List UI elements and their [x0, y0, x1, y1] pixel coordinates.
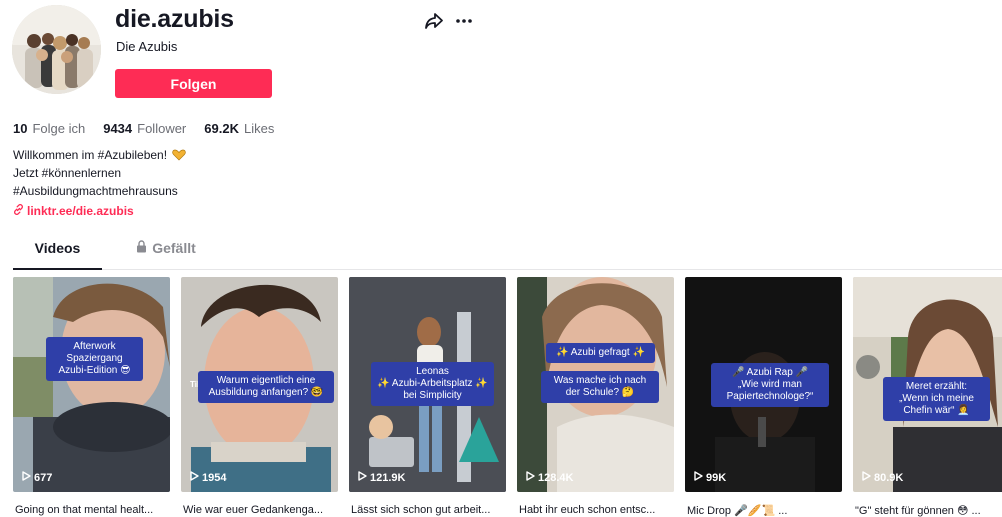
video-description[interactable]: Lässt sich schon gut arbeit...	[351, 504, 508, 516]
view-count-value: 99K	[706, 471, 727, 484]
play-icon	[862, 471, 871, 484]
play-icon	[22, 471, 31, 484]
view-count: 99K	[694, 471, 726, 484]
stat-following-label: Folge ich	[32, 121, 86, 136]
video-thumbnail[interactable]: Leonas ✨ Azubi-Arbeitsplatz ✨ bei Simpli…	[349, 277, 506, 492]
play-icon	[526, 471, 535, 484]
video-caption: Meret erzählt: „Wenn ich meine Chefin wä…	[883, 377, 990, 421]
video-caption: Afterwork Spaziergang Azubi-Edition 😎	[46, 337, 143, 381]
tab-videos[interactable]: Videos	[13, 240, 102, 270]
tab-divider	[13, 269, 1002, 270]
follow-button[interactable]: Folgen	[115, 69, 272, 98]
bio-line-1: Willkommen im #Azubileben!	[13, 148, 168, 162]
video-card[interactable]: 🎤 Azubi Rap 🎤 „Wie wird man Papiertechno…	[685, 277, 842, 517]
play-icon	[190, 471, 199, 484]
profile-username: die.azubis	[115, 5, 234, 33]
tab-liked-label: Gefällt	[152, 240, 196, 256]
video-description[interactable]: Going on that mental healt...	[15, 504, 172, 516]
video-card[interactable]: Meret erzählt: „Wenn ich meine Chefin wä…	[853, 277, 1002, 517]
video-thumbnail[interactable]: TikTok Warum eigentlich eine Ausbildung …	[181, 277, 338, 492]
view-count: 121.9K	[358, 471, 405, 484]
play-icon	[358, 471, 367, 484]
view-count: 1954	[190, 471, 226, 484]
profile-tabs: Videos Gefällt	[13, 240, 1002, 270]
video-description[interactable]: Wie war euer Gedankenga...	[183, 504, 340, 516]
tab-active-underline	[13, 268, 102, 270]
profile-nickname: Die Azubis	[116, 39, 178, 54]
video-thumbnail[interactable]: Meret erzählt: „Wenn ich meine Chefin wä…	[853, 277, 1002, 492]
video-description[interactable]: Habt ihr euch schon entsc...	[519, 504, 676, 516]
view-count-value: 80.9K	[874, 471, 904, 484]
avatar[interactable]	[12, 5, 101, 94]
video-caption-top: ✨ Azubi gefragt ✨	[546, 343, 655, 363]
video-caption: Was mache ich nach der Schule? 🤔	[541, 371, 659, 403]
stat-following-value: 10	[13, 121, 28, 136]
heart-hands-emoji-icon	[172, 148, 187, 161]
bio-line-3: #Ausbildungmachtmehrausuns	[13, 184, 178, 198]
video-card[interactable]: TikTok Warum eigentlich eine Ausbildung …	[181, 277, 338, 516]
video-card[interactable]: ✨ Azubi gefragt ✨ Was mache ich nach der…	[517, 277, 674, 516]
play-icon	[694, 471, 703, 484]
video-caption: Warum eigentlich eine Ausbildung anfange…	[198, 371, 334, 403]
video-thumbnail[interactable]: Afterwork Spaziergang Azubi-Edition 😎 67…	[13, 277, 170, 492]
link-icon	[13, 203, 24, 218]
video-description[interactable]: Mic Drop 🎤🥖📜 ...	[687, 504, 844, 517]
stat-likes: 69.2K Likes	[204, 121, 274, 136]
view-count-value: 121.9K	[370, 471, 406, 484]
view-count: 80.9K	[862, 471, 903, 484]
view-count: 677	[22, 471, 52, 484]
stat-following[interactable]: 10 Folge ich	[13, 121, 85, 136]
video-caption: Leonas ✨ Azubi-Arbeitsplatz ✨ bei Simpli…	[371, 362, 494, 406]
stat-followers-value: 9434	[103, 121, 133, 136]
view-count-value: 128.4K	[538, 471, 574, 484]
lock-icon	[136, 240, 147, 256]
stat-followers-label: Follower	[137, 121, 187, 136]
tab-liked[interactable]: Gefällt	[126, 240, 206, 270]
profile-bio: Willkommen im #Azubileben! Jetzt #können…	[13, 146, 187, 200]
video-description[interactable]: "G" steht für gönnen 😳 ...	[855, 504, 1002, 517]
share-icon[interactable]	[424, 11, 444, 31]
video-thumbnail[interactable]: 🎤 Azubi Rap 🎤 „Wie wird man Papiertechno…	[685, 277, 842, 492]
video-card[interactable]: Leonas ✨ Azubi-Arbeitsplatz ✨ bei Simpli…	[349, 277, 506, 516]
stat-likes-value: 69.2K	[204, 121, 239, 136]
view-count-value: 1954	[202, 471, 227, 484]
tab-videos-label: Videos	[34, 240, 81, 256]
stat-followers[interactable]: 9434 Follower	[103, 121, 186, 136]
video-thumbnail[interactable]: ✨ Azubi gefragt ✨ Was mache ich nach der…	[517, 277, 674, 492]
view-count-value: 677	[34, 471, 53, 484]
profile-link[interactable]: linktr.ee/die.azubis	[13, 203, 134, 218]
profile-link-text: linktr.ee/die.azubis	[27, 204, 134, 218]
bio-line-2: Jetzt #könnenlernen	[13, 166, 122, 180]
more-icon[interactable]	[455, 11, 473, 31]
profile-stats: 10 Folge ich 9434 Follower 69.2K Likes	[13, 121, 292, 136]
video-caption: 🎤 Azubi Rap 🎤 „Wie wird man Papiertechno…	[711, 363, 829, 407]
view-count: 128.4K	[526, 471, 573, 484]
stat-likes-label: Likes	[243, 121, 275, 136]
video-card[interactable]: Afterwork Spaziergang Azubi-Edition 😎 67…	[13, 277, 170, 516]
